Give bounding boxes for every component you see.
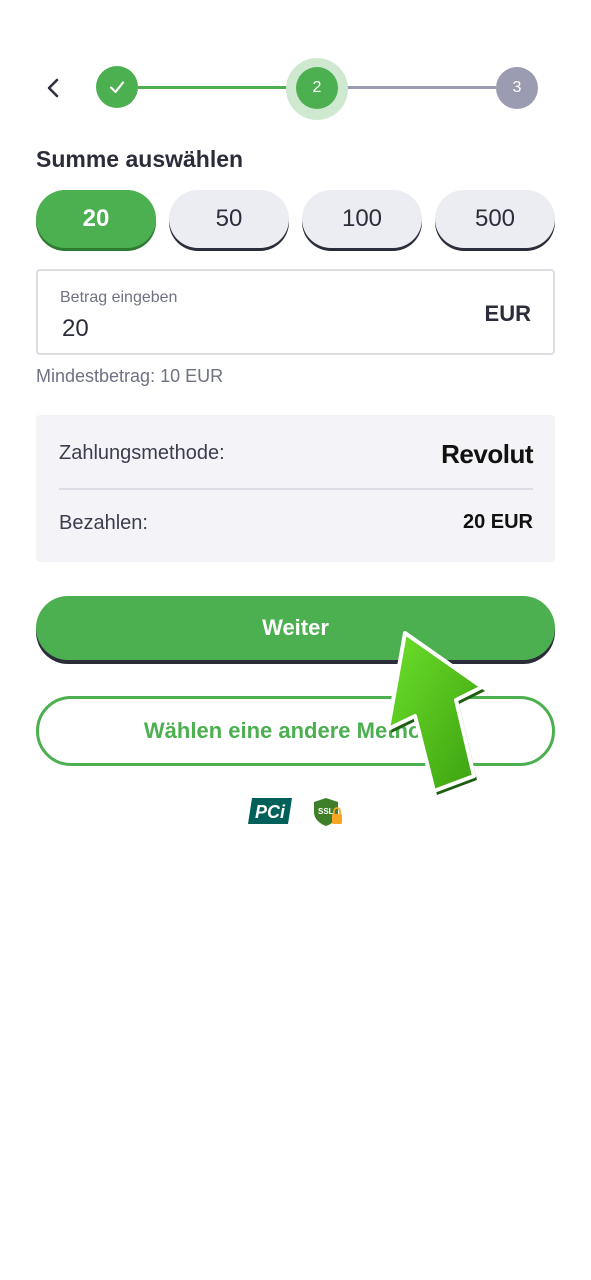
page-title: Summe auswählen <box>36 146 244 172</box>
stepper-line-done <box>138 86 296 89</box>
amount-chip-500[interactable]: 500 <box>435 190 555 248</box>
amount-chip-100[interactable]: 100 <box>302 190 422 248</box>
revolut-logo: Revolut <box>441 439 533 469</box>
step-2-label: 2 <box>312 79 322 96</box>
pay-amount: 20 EUR <box>462 511 533 533</box>
payment-summary: Zahlungsmethode: Revolut Bezahlen: 20 EU… <box>36 415 555 562</box>
minimum-amount-note: Mindestbetrag: 10 EUR <box>36 366 224 386</box>
back-button[interactable] <box>36 70 72 106</box>
stepper-line-pending <box>338 86 496 89</box>
check-icon <box>109 81 125 94</box>
currency-label: EUR <box>484 301 531 326</box>
chevron-left-icon <box>47 78 59 98</box>
summary-divider <box>59 488 533 490</box>
pointer-arrow-icon <box>370 625 490 805</box>
amount-input-label: Betrag eingeben <box>60 289 178 306</box>
amount-chip-20[interactable]: 20 <box>36 190 156 248</box>
amount-input-box[interactable]: Betrag eingeben EUR <box>36 269 555 355</box>
pci-text: PCi <box>255 802 286 822</box>
pci-badge: PCi <box>248 796 294 831</box>
amount-chip-50[interactable]: 50 <box>169 190 289 248</box>
payment-method-label: Zahlungsmethode: <box>59 442 225 464</box>
step-3-upcoming: 3 <box>496 67 538 109</box>
step-2-current: 2 <box>296 67 338 109</box>
ssl-badge: SSL <box>312 796 344 833</box>
pay-label: Bezahlen: <box>59 512 148 534</box>
ssl-shield-icon: SSL <box>314 798 342 826</box>
step-1-complete <box>96 66 138 108</box>
ssl-text: SSL <box>318 807 334 816</box>
step-3-label: 3 <box>512 79 522 96</box>
amount-input[interactable] <box>62 315 362 343</box>
pci-icon: PCi <box>248 798 292 824</box>
